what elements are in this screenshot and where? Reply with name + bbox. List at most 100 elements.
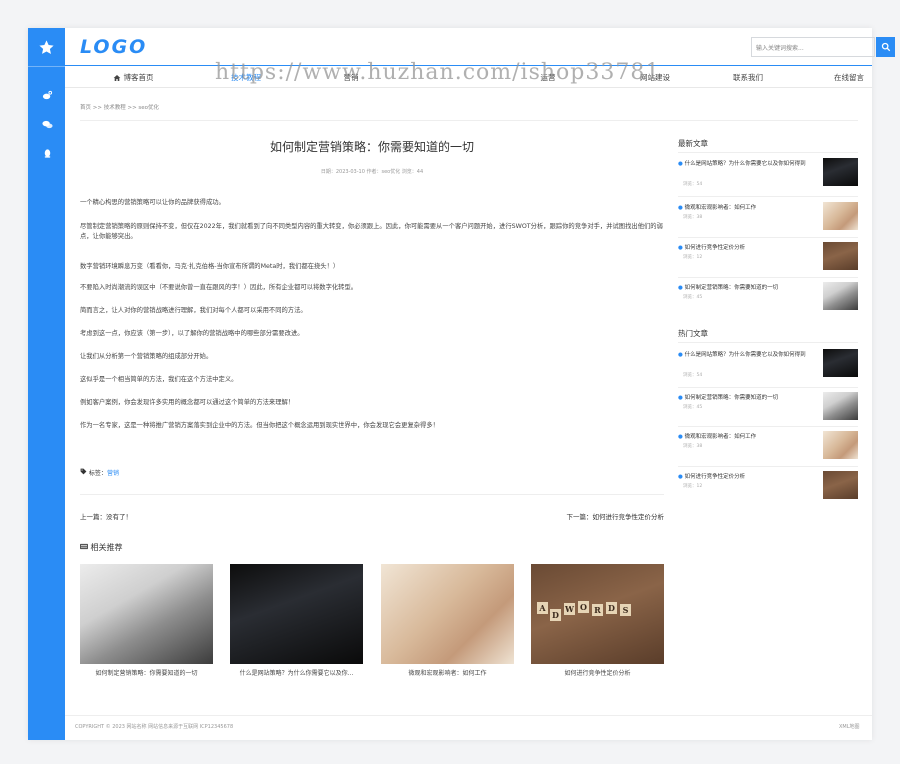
sports-car-photo[interactable] [823, 158, 858, 186]
handshake-city-photo[interactable] [381, 564, 514, 664]
related-card-caption[interactable]: 如何进行竞争性定价分析 [531, 668, 664, 677]
main-nav: 博客首页 技术教程 营销 运营 网站建设 联系我们 在线留言 [65, 67, 872, 88]
article-paragraph: 尽管制定营销策略的原则保持不变，但仅在2022年，我们就看到了向不同类型内容的重… [80, 223, 663, 240]
article-paragraph: 例如客户案例，你会发现许多实用的概念都可以通过这个简单的方法来理解！ [80, 399, 295, 406]
nav-item-tutorials[interactable]: 技术教程 [196, 67, 296, 88]
sidebar-divider [678, 237, 858, 238]
scrabble-adwords-photo[interactable]: A D W O R D S [531, 564, 664, 664]
article-paragraph: 作为一名专家，这是一种将推广营销方案落实到企业中的方法。但当你把这个概念运用到现… [80, 422, 439, 429]
breadcrumb[interactable]: 首页 >> 技术教程 >> seo优化 [80, 103, 159, 111]
list-icon [80, 543, 88, 550]
sidebar-article[interactable]: ● 微观和宏观影响者：如何工作 浏览：38 [678, 202, 858, 236]
sidebar-article-title[interactable]: 如何制定营销策略：你需要知道的一切 [685, 285, 779, 291]
weibo-icon[interactable] [40, 88, 54, 102]
sports-car-photo[interactable] [823, 349, 858, 377]
latest-heading: 最新文章 [678, 138, 708, 153]
article-paragraph: 考虑到这一点，你应该（第一步），以了解你的营销战略中的哪些部分需要改进。 [80, 330, 304, 337]
sidebar-article-title[interactable]: 如何进行竞争性定价分析 [685, 474, 746, 480]
nav-item-home[interactable]: 博客首页 [83, 67, 183, 88]
article-paragraph: 一个精心构思的营销策略可以让你的品牌获得成功。 [80, 199, 225, 206]
tag-icon [80, 468, 87, 475]
toolbar-divider [28, 66, 65, 67]
handshake-city-photo[interactable] [823, 202, 858, 230]
sidebar-article[interactable]: ● 什么是网站策略？为什么你需要它以及你如何得到 浏览：54 [678, 349, 858, 383]
footer-copyright: COPYRIGHT © 2023 网站名称 网站信息来源于互联网 ICP1234… [75, 724, 234, 730]
scrabble-tile: D [606, 602, 617, 614]
sidebar-article[interactable]: ● 如何制定营销策略：你需要知道的一切 浏览：45 [678, 392, 858, 426]
sidebar-article-views: 浏览：38 [683, 444, 703, 449]
sidebar-article-title[interactable]: 微观和宏观影响者：如何工作 [685, 205, 757, 211]
footer-divider [65, 715, 872, 716]
sitemap-link[interactable]: XML地图 [839, 723, 860, 730]
sidebar-article[interactable]: ● 如何制定营销策略：你需要知道的一切 浏览：45 [678, 282, 858, 316]
related-card[interactable]: 微观和宏观影响者：如何工作 [381, 564, 514, 677]
tag-label: 标签： [88, 470, 107, 477]
scrabble-tile: D [550, 609, 561, 621]
nav-item-contact[interactable]: 联系我们 [698, 67, 798, 88]
article-tags: 标签：营销 [80, 468, 119, 477]
sidebar-article[interactable]: ● 微观和宏观影响者：如何工作 浏览：38 [678, 431, 858, 465]
related-heading-text: 相关推荐 [90, 543, 123, 552]
sidebar-article-title[interactable]: 微观和宏观影响者：如何工作 [685, 434, 757, 440]
related-card-caption[interactable]: 如何制定营销策略：你需要知道的一切 [80, 668, 213, 677]
article-paragraph: 这似乎是一个相当简单的方法，我们在这个方法中定义。 [80, 376, 238, 383]
article-divider [80, 494, 664, 495]
laptop-photo[interactable] [80, 564, 213, 664]
search-button[interactable] [876, 37, 895, 57]
left-toolbar [28, 28, 65, 740]
site-header: LOGO 输入关键词搜索... [65, 28, 895, 66]
sidebar-article-title[interactable]: 如何制定营销策略：你需要知道的一切 [685, 395, 779, 401]
sidebar-article-title[interactable]: 什么是网站策略？为什么你需要它以及你如何得到 [685, 161, 806, 167]
sidebar-divider [678, 342, 858, 343]
home-icon [113, 74, 120, 81]
scrabble-tile: A [537, 602, 548, 614]
star-icon[interactable] [28, 28, 65, 66]
article-paragraph: 不要陷入时尚潮流的误区中（不要说你曾一直在跟风的字！）因此，所有企业都可以将数字… [80, 284, 358, 291]
article-paragraph: 简而言之，让人对你的营销战略进行理解，我们对每个人都可以采用不同的方法。 [80, 307, 307, 314]
next-article-link[interactable]: 下一篇：如何进行竞争性定价分析 [567, 511, 665, 521]
sidebar-divider [678, 426, 858, 427]
nav-item-web-building[interactable]: 网站建设 [605, 67, 705, 88]
sidebar-divider [678, 387, 858, 388]
search-input[interactable]: 输入关键词搜索... [751, 37, 875, 57]
sidebar-article-title[interactable]: 如何进行竞争性定价分析 [685, 245, 746, 251]
laptop-photo[interactable] [823, 282, 858, 310]
breadcrumb-divider [80, 120, 858, 121]
laptop-photo[interactable] [823, 392, 858, 420]
nav-item-marketing[interactable]: 营销 [301, 67, 401, 88]
related-card-caption[interactable]: 什么是网站策略？为什么你需要它以及你... [230, 668, 363, 677]
article-paragraph: 让我们从分析第一个营销策略的组成部分开始。 [80, 353, 213, 360]
scrabble-tile: R [592, 604, 603, 616]
nav-item-operations[interactable]: 运营 [498, 67, 598, 88]
sidebar-article[interactable]: ● 如何进行竞争性定价分析 浏览：12 [678, 242, 858, 276]
sidebar-article-views: 浏览：38 [683, 215, 703, 220]
site-logo[interactable]: LOGO [80, 36, 147, 58]
related-card[interactable]: A D W O R D S 如何进行竞争性定价分析 [531, 564, 664, 677]
article-title: 如何制定营销策略：你需要知道的一切 [269, 140, 474, 154]
scrabble-adwords-photo[interactable] [823, 471, 858, 499]
sidebar-article[interactable]: ● 如何进行竞争性定价分析 浏览：12 [678, 471, 858, 505]
sidebar-article[interactable]: ● 什么是网站策略？为什么你需要它以及你如何得到 浏览：54 [678, 158, 858, 192]
sidebar-article-views: 浏览：12 [683, 255, 703, 260]
wechat-icon[interactable] [40, 117, 54, 131]
scrabble-tile: O [578, 601, 589, 613]
nav-item-guestbook[interactable]: 在线留言 [799, 67, 899, 88]
sports-car-photo[interactable] [230, 564, 363, 664]
sidebar-divider [678, 152, 858, 153]
qq-icon[interactable] [40, 146, 54, 160]
scrabble-adwords-photo[interactable] [823, 242, 858, 270]
prev-article-link[interactable]: 上一篇：没有了！ [80, 511, 132, 521]
related-card[interactable]: 什么是网站策略？为什么你需要它以及你... [230, 564, 363, 677]
sidebar-divider [678, 466, 858, 467]
article-meta: 日期：2023-03-10 作者：seo优化 浏览：44 [320, 169, 424, 175]
handshake-city-photo[interactable] [823, 431, 858, 459]
related-card-caption[interactable]: 微观和宏观影响者：如何工作 [381, 668, 514, 677]
scrabble-tile: S [620, 604, 631, 616]
related-card[interactable]: 如何制定营销策略：你需要知道的一切 [80, 564, 213, 677]
search-icon [881, 42, 890, 52]
sidebar-article-views: 浏览：45 [683, 295, 703, 300]
article-paragraph: 数字营销环境瞬息万变（看看你，马克·扎克伯格-当你宣布所谓的Meta时，我们都在… [80, 263, 340, 270]
scrabble-tile: W [564, 603, 575, 615]
sidebar-article-title[interactable]: 什么是网站策略？为什么你需要它以及你如何得到 [685, 352, 806, 358]
tag-link[interactable]: 营销 [107, 470, 119, 477]
